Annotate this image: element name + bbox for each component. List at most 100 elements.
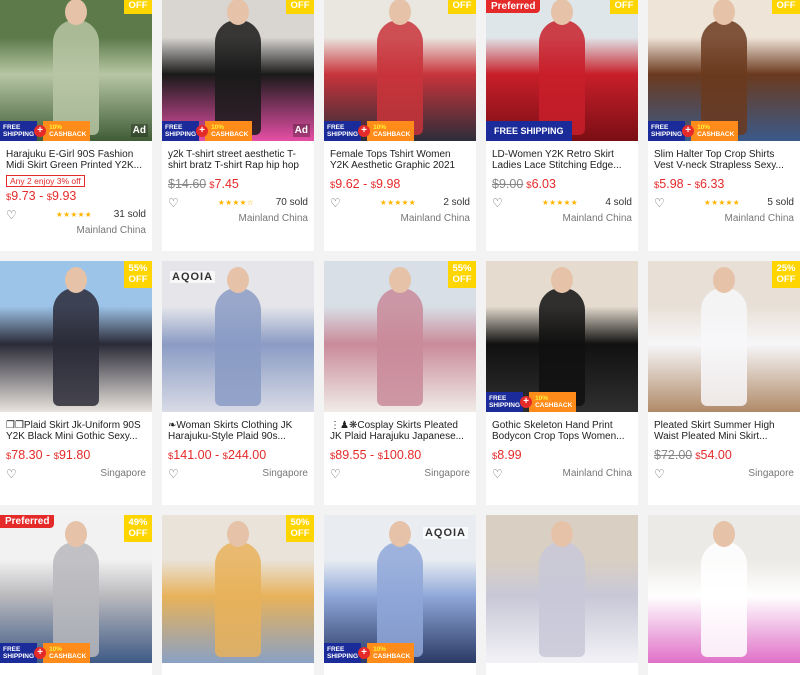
wishlist-heart-icon[interactable]: ♡ — [6, 468, 17, 480]
product-image[interactable]: AQOIA FREE SHIPPING +10% CASHBACK — [324, 515, 476, 663]
free-shipping-label: FREE SHIPPING — [162, 121, 200, 141]
product-card[interactable]: 49% OFF Preferred FREE SHIPPING +10% CASHBACK — [0, 515, 152, 675]
free-shipping-cashback-banner: FREE SHIPPING +10% CASHBACK — [0, 643, 91, 663]
discount-badge: 49% OFF — [124, 515, 152, 542]
product-image[interactable]: FREE SHIPPING +10% CASHBACK — [486, 261, 638, 412]
product-image[interactable]: OFF FREE SHIPPING +10% CASHBACK — [324, 0, 476, 141]
product-card[interactable]: OFF Ad FREE SHIPPING +10% CASHBACK y2k T-shirt… — [162, 0, 314, 251]
model-head — [713, 267, 735, 294]
free-shipping-label: FREE SHIPPING — [648, 121, 686, 141]
wishlist-heart-icon[interactable]: ♡ — [330, 197, 341, 209]
original-price: $72.00 — [654, 448, 693, 462]
plus-icon: + — [358, 125, 371, 137]
ship-from-location: Mainland China — [724, 213, 795, 224]
free-shipping-cashback-banner: FREE SHIPPING +10% CASHBACK — [0, 121, 91, 141]
product-card[interactable]: OFF FREE SHIPPING +10% CASHBACK Female Tops T… — [324, 0, 476, 251]
product-card[interactable]: AQOIA FREE SHIPPING +10% CASHBACK — [324, 515, 476, 675]
free-shipping-label: FREE SHIPPING — [0, 121, 38, 141]
model-head — [227, 520, 249, 547]
product-image[interactable]: 49% OFF Preferred FREE SHIPPING +10% CASHBACK — [0, 515, 152, 663]
product-title[interactable]: ⋮♟❋Cosplay Skirts Pleated JK Plaid Haraj… — [330, 420, 470, 442]
product-title[interactable]: Slim Halter Top Crop Shirts Vest V-neck … — [654, 149, 794, 171]
product-card[interactable]: 55% OFF ❒❒Plaid Skirt Jk-Uniform 90S Y2K … — [0, 261, 152, 505]
free-shipping-label: FREE SHIPPING — [324, 121, 362, 141]
product-image[interactable]: 55% OFF — [0, 261, 152, 412]
sold-count: 2 sold — [443, 197, 470, 208]
model-silhouette — [377, 541, 423, 658]
product-image[interactable]: 25% OFF — [648, 261, 800, 412]
model-silhouette — [701, 288, 747, 406]
wishlist-heart-icon[interactable]: ♡ — [6, 209, 17, 221]
product-card[interactable]: OFF FREE SHIPPING +10% CASHBACK Slim Halter T… — [648, 0, 800, 251]
product-title[interactable]: Gothic Skeleton Hand Print Bodycon Crop … — [492, 420, 632, 442]
cashback-label: 10% CASHBACK — [367, 121, 415, 141]
free-shipping-cashback-banner: FREE SHIPPING +10% CASHBACK — [162, 121, 253, 141]
product-title[interactable]: ❒❒Plaid Skirt Jk-Uniform 90S Y2K Black M… — [6, 420, 146, 442]
product-title[interactable]: LD-Women Y2K Retro Skirt Ladies Lace Sti… — [492, 149, 632, 171]
product-image[interactable]: OFF Ad FREE SHIPPING +10% CASHBACK — [0, 0, 152, 141]
product-card[interactable]: AQOIA ❧Woman Skirts Clothing JK Harajuku-… — [162, 261, 314, 505]
discount-badge: OFF — [772, 0, 800, 14]
product-card[interactable] — [486, 515, 638, 675]
product-price: $72.00 $54.00 — [654, 448, 732, 462]
product-image[interactable]: OFF FREE SHIPPING +10% CASHBACK — [648, 0, 800, 141]
sold-count: 70 sold — [275, 197, 308, 208]
ad-badge: Ad — [130, 124, 148, 137]
product-card[interactable]: 25% OFF Pleated Skirt Summer High Waist P… — [648, 261, 800, 505]
product-title[interactable]: Harajuku E-Girl 90S Fashion Midi Skirt G… — [6, 149, 146, 171]
product-card[interactable]: OFF Ad FREE SHIPPING +10% CASHBACK Harajuku E-… — [0, 0, 152, 251]
product-card[interactable] — [648, 515, 800, 675]
product-image[interactable]: 55% OFF — [324, 261, 476, 412]
wishlist-heart-icon[interactable]: ♡ — [492, 468, 503, 480]
free-shipping-cashback-banner: FREE SHIPPING +10% CASHBACK — [648, 121, 739, 141]
ad-badge: Ad — [292, 124, 310, 137]
product-card[interactable]: FREE SHIPPING +10% CASHBACK Gothic Skeleton … — [486, 261, 638, 505]
product-title[interactable]: Pleated Skirt Summer High Waist Pleated … — [654, 420, 794, 442]
ship-from-location: Singapore — [262, 468, 308, 479]
brand-logo: AQOIA — [422, 527, 468, 539]
free-shipping-cashback-banner: FREE SHIPPING +10% CASHBACK — [486, 392, 577, 412]
brand-logo: AQOIA — [170, 271, 216, 283]
ship-from-location: Singapore — [748, 468, 794, 479]
ship-from-location: Mainland China — [562, 213, 633, 224]
product-image[interactable]: OFF Preferred FREE SHIPPING — [486, 0, 638, 141]
model-head — [389, 0, 411, 25]
wishlist-heart-icon[interactable]: ♡ — [654, 468, 665, 480]
wishlist-heart-icon[interactable]: ♡ — [330, 468, 341, 480]
product-image[interactable]: 50% OFF — [162, 515, 314, 663]
model-head — [227, 0, 249, 25]
product-title[interactable]: Female Tops Tshirt Women Y2K Aesthetic G… — [330, 149, 470, 171]
model-silhouette — [215, 288, 261, 406]
cashback-label: 10% CASHBACK — [43, 121, 91, 141]
model-silhouette — [215, 19, 261, 136]
product-card[interactable]: 55% OFF ⋮♟❋Cosplay Skirts Pleated JK Plai… — [324, 261, 476, 505]
model-head — [389, 520, 411, 547]
model-head — [65, 0, 87, 25]
plus-icon: + — [34, 647, 47, 659]
product-image[interactable]: AQOIA — [162, 261, 314, 412]
discount-badge: 55% OFF — [124, 261, 152, 288]
product-price: $9.00 $6.03 — [492, 177, 556, 191]
product-card[interactable]: 50% OFF — [162, 515, 314, 675]
plus-icon: + — [358, 647, 371, 659]
model-silhouette — [377, 288, 423, 406]
product-image[interactable]: OFF Ad FREE SHIPPING +10% CASHBACK — [162, 0, 314, 141]
model-silhouette — [53, 288, 99, 406]
product-title[interactable]: ❧Woman Skirts Clothing JK Harajuku-Style… — [168, 420, 308, 442]
product-card[interactable]: OFF Preferred FREE SHIPPING LD-Women Y2K Re… — [486, 0, 638, 251]
model-silhouette — [701, 541, 747, 658]
sold-count: 5 sold — [767, 197, 794, 208]
wishlist-heart-icon[interactable]: ♡ — [654, 197, 665, 209]
wishlist-heart-icon[interactable]: ♡ — [492, 197, 503, 209]
plus-icon: + — [34, 125, 47, 137]
rating-stars: ★★★★★ — [704, 198, 741, 207]
model-head — [65, 520, 87, 547]
product-image[interactable] — [486, 515, 638, 663]
product-title[interactable]: y2k T-shirt street aesthetic T-shirt bra… — [168, 149, 308, 171]
product-image[interactable] — [648, 515, 800, 663]
discount-badge: OFF — [124, 0, 152, 14]
wishlist-heart-icon[interactable]: ♡ — [168, 197, 179, 209]
cashback-label: 10% CASHBACK — [691, 121, 739, 141]
wishlist-heart-icon[interactable]: ♡ — [168, 468, 179, 480]
model-silhouette — [539, 19, 585, 136]
